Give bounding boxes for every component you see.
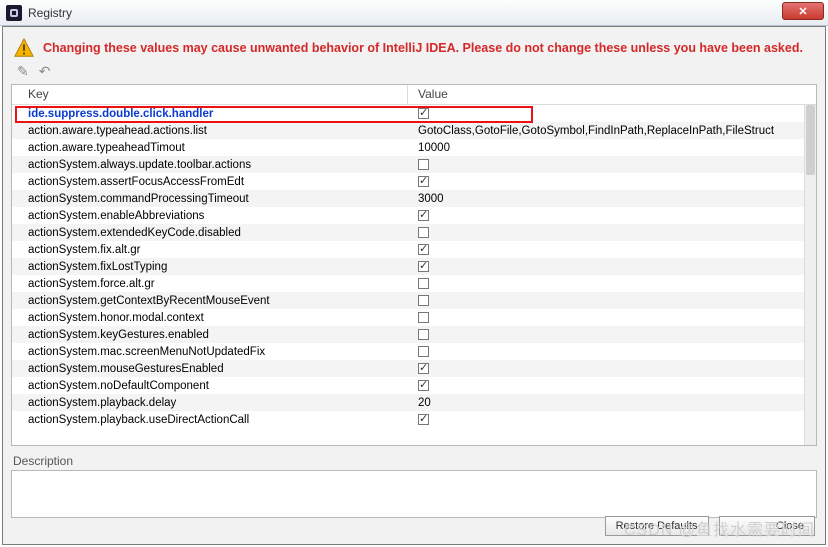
cell-key: action.aware.typeaheadTimout bbox=[12, 142, 408, 154]
table-row[interactable]: action.aware.typeaheadTimout10000 bbox=[12, 139, 804, 156]
registry-table: Key Value ide.suppress.double.click.hand… bbox=[11, 84, 817, 446]
table-row[interactable]: actionSystem.getContextByRecentMouseEven… bbox=[12, 292, 804, 309]
checkbox-icon[interactable] bbox=[418, 244, 429, 255]
app-icon bbox=[6, 5, 22, 21]
cell-value[interactable] bbox=[408, 227, 804, 239]
cell-key: actionSystem.enableAbbreviations bbox=[12, 210, 408, 222]
cell-value[interactable] bbox=[408, 312, 804, 324]
cell-key: actionSystem.getContextByRecentMouseEven… bbox=[12, 295, 408, 307]
table-row[interactable]: actionSystem.playback.delay20 bbox=[12, 394, 804, 411]
table-row[interactable]: actionSystem.mac.screenMenuNotUpdatedFix bbox=[12, 343, 804, 360]
button-row: Restore Defaults Close bbox=[599, 516, 815, 536]
warning-text: Changing these values may cause unwanted… bbox=[43, 41, 803, 55]
cell-value[interactable] bbox=[408, 108, 804, 120]
table-row[interactable]: actionSystem.keyGestures.enabled bbox=[12, 326, 804, 343]
table-header: Key Value bbox=[12, 85, 816, 105]
table-row[interactable]: actionSystem.mouseGesturesEnabled bbox=[12, 360, 804, 377]
cell-key: actionSystem.assertFocusAccessFromEdt bbox=[12, 176, 408, 188]
checkbox-icon[interactable] bbox=[418, 295, 429, 306]
cell-value[interactable] bbox=[408, 210, 804, 222]
window-body: Changing these values may cause unwanted… bbox=[2, 26, 826, 545]
cell-value[interactable] bbox=[408, 278, 804, 290]
cell-value[interactable] bbox=[408, 176, 804, 188]
column-header-value[interactable]: Value bbox=[408, 85, 816, 105]
description-box bbox=[11, 470, 817, 518]
cell-value[interactable] bbox=[408, 244, 804, 256]
toolbar: ✎ ↶ bbox=[11, 61, 817, 84]
table-body: ide.suppress.double.click.handler action.… bbox=[12, 105, 804, 445]
checkbox-icon[interactable] bbox=[418, 346, 429, 357]
cell-value[interactable] bbox=[408, 329, 804, 341]
cell-value[interactable]: 20 bbox=[408, 397, 804, 409]
table-row[interactable]: actionSystem.honor.modal.context bbox=[12, 309, 804, 326]
titlebar: Registry ✕ bbox=[0, 0, 828, 26]
cell-value[interactable] bbox=[408, 380, 804, 392]
cell-key: ide.suppress.double.click.handler bbox=[12, 108, 408, 120]
close-icon: ✕ bbox=[798, 5, 807, 18]
checkbox-icon[interactable] bbox=[418, 227, 429, 238]
table-row[interactable]: actionSystem.force.alt.gr bbox=[12, 275, 804, 292]
checkbox-icon[interactable] bbox=[418, 108, 429, 119]
table-row[interactable]: actionSystem.fix.alt.gr bbox=[12, 241, 804, 258]
scrollbar-thumb[interactable] bbox=[806, 105, 815, 175]
checkbox-icon[interactable] bbox=[418, 210, 429, 221]
checkbox-icon[interactable] bbox=[418, 159, 429, 170]
cell-key: action.aware.typeahead.actions.list bbox=[12, 125, 408, 137]
table-row[interactable]: actionSystem.always.update.toolbar.actio… bbox=[12, 156, 804, 173]
cell-key: actionSystem.extendedKeyCode.disabled bbox=[12, 227, 408, 239]
table-row[interactable]: actionSystem.enableAbbreviations bbox=[12, 207, 804, 224]
cell-value[interactable] bbox=[408, 159, 804, 171]
table-row[interactable]: actionSystem.extendedKeyCode.disabled bbox=[12, 224, 804, 241]
cell-value[interactable] bbox=[408, 363, 804, 375]
warning-icon bbox=[13, 37, 35, 59]
cell-value[interactable]: 3000 bbox=[408, 193, 804, 205]
warning-banner: Changing these values may cause unwanted… bbox=[11, 33, 817, 61]
cell-key: actionSystem.noDefaultComponent bbox=[12, 380, 408, 392]
table-row[interactable]: actionSystem.noDefaultComponent bbox=[12, 377, 804, 394]
restore-defaults-button[interactable]: Restore Defaults bbox=[605, 516, 709, 536]
cell-value[interactable]: 10000 bbox=[408, 142, 804, 154]
cell-key: actionSystem.fix.alt.gr bbox=[12, 244, 408, 256]
checkbox-icon[interactable] bbox=[418, 312, 429, 323]
table-row[interactable]: actionSystem.assertFocusAccessFromEdt bbox=[12, 173, 804, 190]
cell-key: actionSystem.playback.useDirectActionCal… bbox=[12, 414, 408, 426]
checkbox-icon[interactable] bbox=[418, 414, 429, 425]
cell-value[interactable] bbox=[408, 414, 804, 426]
cell-value[interactable] bbox=[408, 346, 804, 358]
close-button[interactable]: Close bbox=[719, 516, 815, 536]
checkbox-icon[interactable] bbox=[418, 278, 429, 289]
cell-key: actionSystem.fixLostTyping bbox=[12, 261, 408, 273]
undo-icon[interactable]: ↶ bbox=[39, 63, 51, 80]
table-row[interactable]: actionSystem.fixLostTyping bbox=[12, 258, 804, 275]
table-row[interactable]: actionSystem.playback.useDirectActionCal… bbox=[12, 411, 804, 428]
cell-value[interactable] bbox=[408, 261, 804, 273]
checkbox-icon[interactable] bbox=[418, 176, 429, 187]
table-row[interactable]: action.aware.typeahead.actions.listGotoC… bbox=[12, 122, 804, 139]
cell-value[interactable]: GotoClass,GotoFile,GotoSymbol,FindInPath… bbox=[408, 125, 804, 137]
checkbox-icon[interactable] bbox=[418, 261, 429, 272]
cell-key: actionSystem.mouseGesturesEnabled bbox=[12, 363, 408, 375]
vertical-scrollbar[interactable] bbox=[804, 105, 816, 445]
table-row[interactable]: actionSystem.commandProcessingTimeout300… bbox=[12, 190, 804, 207]
checkbox-icon[interactable] bbox=[418, 363, 429, 374]
edit-icon[interactable]: ✎ bbox=[17, 63, 29, 80]
cell-key: actionSystem.force.alt.gr bbox=[12, 278, 408, 290]
window-title: Registry bbox=[28, 6, 72, 20]
cell-key: actionSystem.honor.modal.context bbox=[12, 312, 408, 324]
cell-key: actionSystem.keyGestures.enabled bbox=[12, 329, 408, 341]
description-label: Description bbox=[13, 454, 817, 468]
table-row[interactable]: ide.suppress.double.click.handler bbox=[12, 105, 804, 122]
cell-key: actionSystem.mac.screenMenuNotUpdatedFix bbox=[12, 346, 408, 358]
cell-key: actionSystem.playback.delay bbox=[12, 397, 408, 409]
column-header-key[interactable]: Key bbox=[12, 85, 408, 105]
cell-key: actionSystem.commandProcessingTimeout bbox=[12, 193, 408, 205]
close-window-button[interactable]: ✕ bbox=[782, 2, 824, 20]
checkbox-icon[interactable] bbox=[418, 380, 429, 391]
checkbox-icon[interactable] bbox=[418, 329, 429, 340]
cell-key: actionSystem.always.update.toolbar.actio… bbox=[12, 159, 408, 171]
cell-value[interactable] bbox=[408, 295, 804, 307]
